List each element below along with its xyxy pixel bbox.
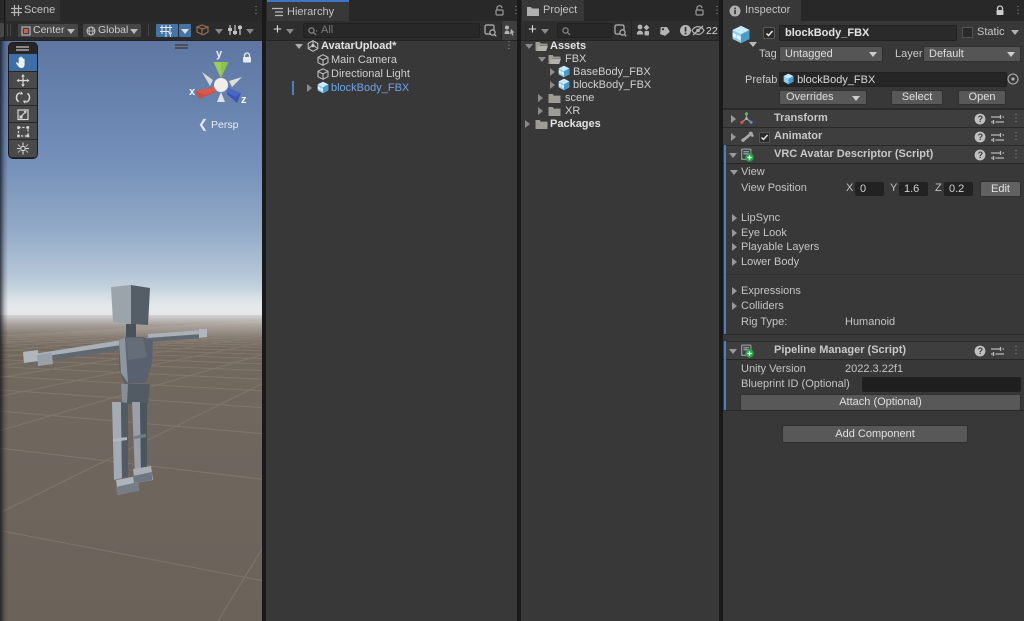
svg-text:?: ? bbox=[978, 114, 984, 124]
svg-text:y: y bbox=[216, 48, 223, 60]
svg-text:z: z bbox=[241, 94, 247, 106]
svg-text:?: ? bbox=[978, 132, 984, 142]
svg-text:?: ? bbox=[978, 346, 984, 356]
svg-text:x: x bbox=[189, 86, 196, 98]
svg-text:Y: Y bbox=[168, 32, 172, 37]
svg-text:?: ? bbox=[978, 150, 984, 160]
